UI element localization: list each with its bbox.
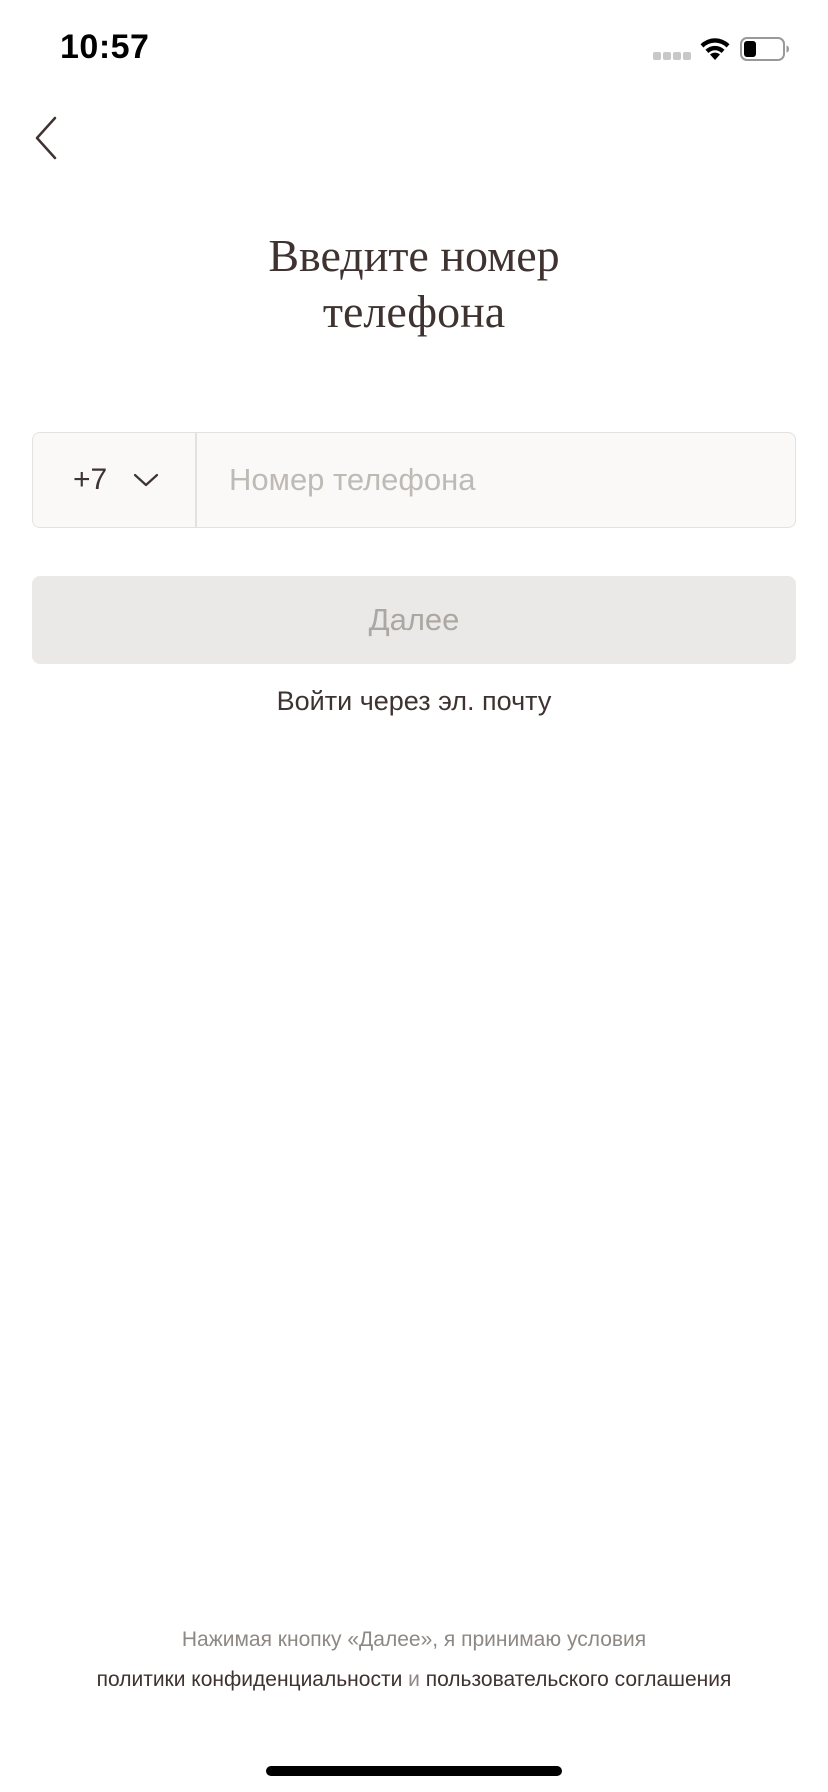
- wifi-icon: [700, 38, 730, 60]
- battery-icon: [740, 37, 789, 61]
- user-agreement-link[interactable]: пользовательского соглашения: [426, 1668, 732, 1691]
- back-button[interactable]: [28, 110, 68, 166]
- chevron-left-icon: [35, 116, 57, 160]
- page-title-line-2: телефона: [322, 286, 506, 337]
- chevron-down-icon: [134, 473, 159, 487]
- terms-text: Нажимая кнопку «Далее», я принимаю услов…: [0, 1620, 828, 1700]
- terms-line-1: Нажимая кнопку «Далее», я принимаю услов…: [181, 1628, 647, 1651]
- phone-number-input[interactable]: [197, 433, 795, 527]
- privacy-policy-link[interactable]: политики конфиденциальности: [97, 1668, 403, 1691]
- home-indicator: [266, 1766, 562, 1776]
- terms-conjunction: и: [408, 1668, 420, 1691]
- phone-field: +7: [32, 432, 796, 528]
- status-time: 10:57: [60, 28, 150, 66]
- status-bar: 10:57: [0, 0, 828, 100]
- cellular-signal-icon: [653, 52, 691, 62]
- email-login-link[interactable]: Войти через эл. почту: [0, 686, 828, 717]
- country-code-selector[interactable]: +7: [33, 433, 197, 527]
- terms-line-2: политики конфиденциальности и пользовате…: [0, 1660, 828, 1700]
- country-code: +7: [73, 463, 108, 496]
- page-title: Введите номер телефона: [0, 228, 828, 340]
- next-button[interactable]: Далее: [32, 576, 796, 664]
- page-title-line-1: Введите номер: [268, 230, 560, 281]
